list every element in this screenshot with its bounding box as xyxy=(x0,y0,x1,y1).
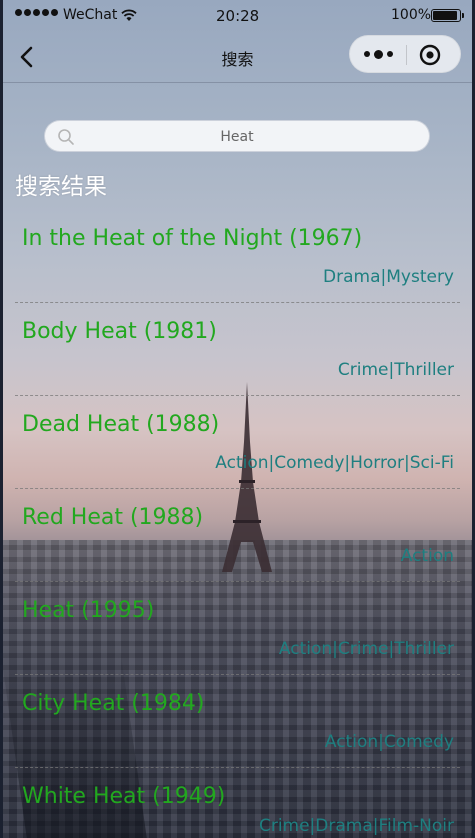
movie-genres: Action|Comedy|Horror|Sci-Fi xyxy=(215,453,454,473)
list-item[interactable]: Body Heat (1981) Crime|Thriller xyxy=(15,303,460,396)
movie-title: Body Heat (1981) xyxy=(22,319,217,344)
more-dots-icon[interactable] xyxy=(364,46,400,62)
capsule-divider xyxy=(406,45,407,65)
movie-genres: Crime|Drama|Film-Noir xyxy=(258,816,454,836)
movie-title: Heat (1995) xyxy=(22,598,155,623)
movie-title: City Heat (1984) xyxy=(22,691,205,716)
battery-percentage: 100% xyxy=(391,7,432,23)
movie-title: White Heat (1949) xyxy=(22,784,226,809)
wifi-icon xyxy=(121,9,137,21)
results-list: In the Heat of the Night (1967) Drama|My… xyxy=(15,210,460,838)
list-item[interactable]: White Heat (1949) Crime|Drama|Film-Noir xyxy=(15,768,460,838)
navbar-divider xyxy=(3,82,472,83)
movie-genres: Drama|Mystery xyxy=(323,267,454,287)
list-item[interactable]: In the Heat of the Night (1967) Drama|My… xyxy=(15,210,460,303)
movie-title: Dead Heat (1988) xyxy=(22,412,220,437)
results-heading: 搜索结果 xyxy=(15,174,107,200)
search-input[interactable] xyxy=(85,124,389,150)
movie-genres: Crime|Thriller xyxy=(337,360,454,380)
target-circle-icon[interactable] xyxy=(418,43,442,67)
movie-genres: Action|Crime|Thriller xyxy=(278,639,454,659)
movie-genres: Action|Comedy xyxy=(324,732,454,752)
clock-time: 20:28 xyxy=(216,7,260,25)
list-item[interactable]: Dead Heat (1988) Action|Comedy|Horror|Sc… xyxy=(15,396,460,489)
navigation-bar: 搜索 xyxy=(3,32,472,82)
status-bar: WeChat 20:28 100% xyxy=(3,0,472,32)
carrier-label: WeChat xyxy=(63,7,118,23)
list-item[interactable]: Heat (1995) Action|Crime|Thriller xyxy=(15,582,460,675)
movie-title: Red Heat (1988) xyxy=(22,505,204,530)
movie-genres: Action xyxy=(400,546,454,566)
battery-icon xyxy=(431,9,464,22)
search-icon xyxy=(58,129,74,145)
list-item[interactable]: Red Heat (1988) Action xyxy=(15,489,460,582)
search-bar[interactable] xyxy=(44,120,430,152)
movie-title: In the Heat of the Night (1967) xyxy=(22,226,363,251)
mini-program-capsule xyxy=(349,35,461,73)
list-item[interactable]: City Heat (1984) Action|Comedy xyxy=(15,675,460,768)
signal-strength-icon xyxy=(15,9,58,16)
